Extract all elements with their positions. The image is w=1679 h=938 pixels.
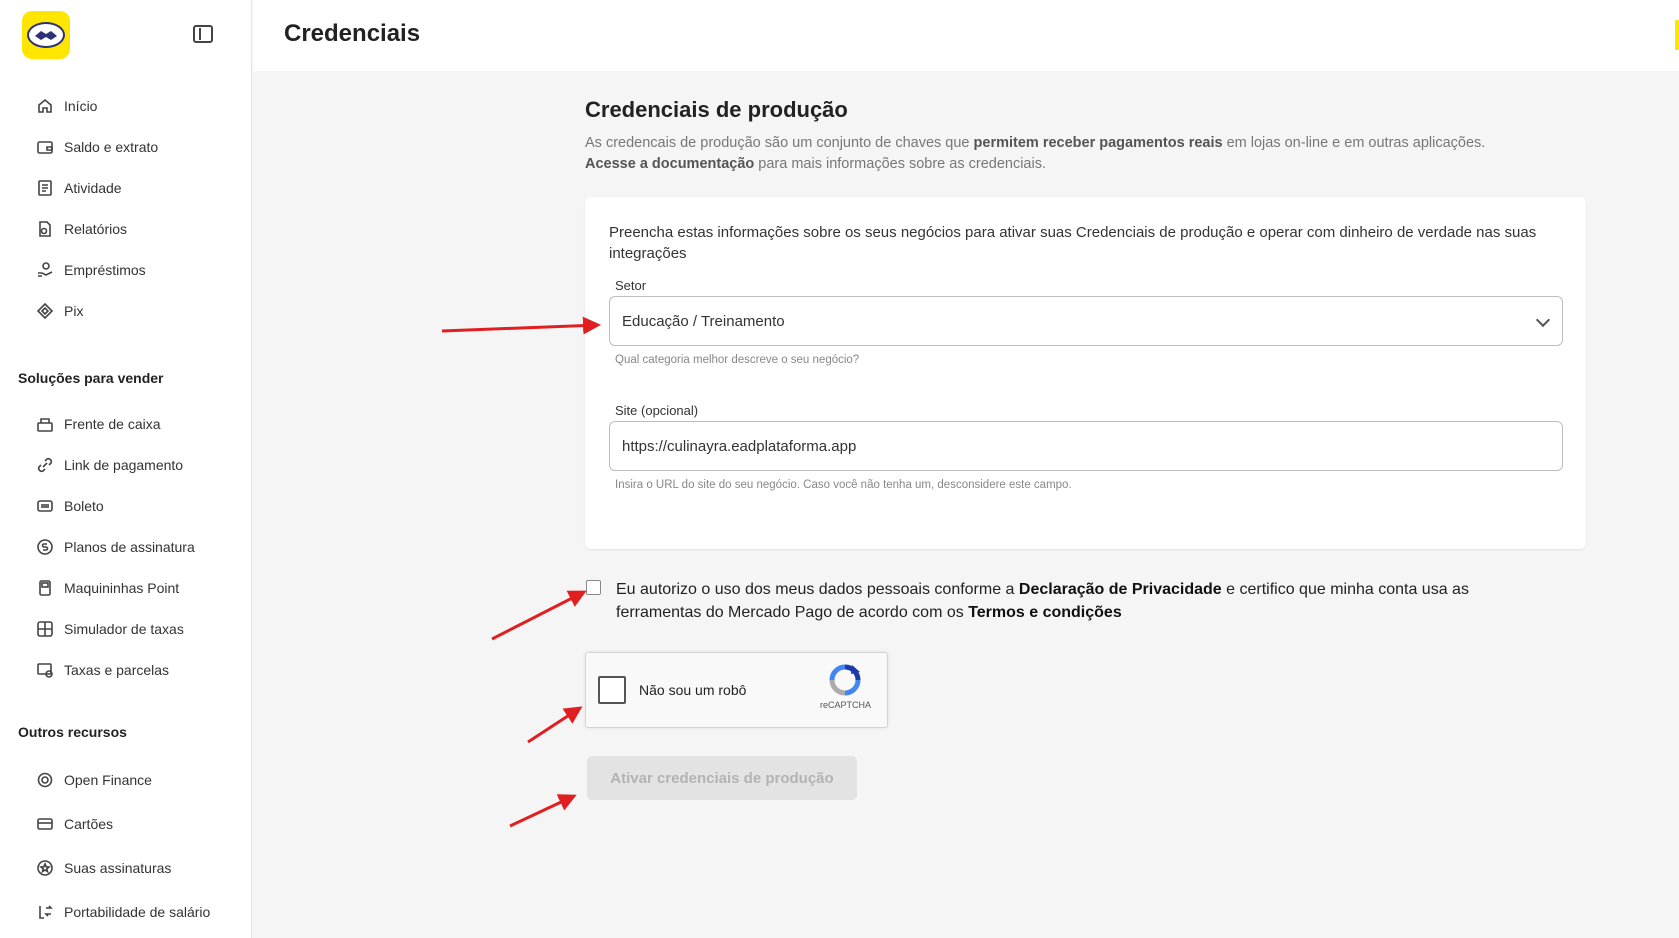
home-icon <box>36 97 54 115</box>
privacy-declaration-link[interactable]: Declaração de Privacidade <box>1019 581 1222 598</box>
sidebar-toggle-icon[interactable] <box>193 25 213 43</box>
sidebar-item-open-finance[interactable]: Open Finance <box>36 768 152 792</box>
sidebar-item-label: Cartões <box>64 816 114 832</box>
sidebar-item-label: Pix <box>64 303 84 319</box>
sidebar-item-label: Frente de caixa <box>64 416 161 432</box>
documentation-link[interactable]: Acesse a documentação <box>585 156 754 172</box>
sidebar: Início Saldo e extrato Atividade Relatór… <box>0 0 252 938</box>
sidebar-item-link-pagamento[interactable]: Link de pagamento <box>36 453 183 477</box>
sidebar-item-label: Empréstimos <box>64 262 146 278</box>
calculator-icon <box>36 620 54 638</box>
sidebar-item-maquininhas[interactable]: Maquininhas Point <box>36 576 179 600</box>
sidebar-item-label: Portabilidade de salário <box>64 904 211 920</box>
open-finance-icon <box>36 771 54 789</box>
sidebar-item-label: Simulador de taxas <box>64 621 184 637</box>
annotation-arrow-consent <box>491 590 587 641</box>
receipt-icon <box>36 179 54 197</box>
recaptcha-label: Não sou um robô <box>639 682 747 698</box>
sidebar-item-inicio[interactable]: Início <box>36 94 97 118</box>
terms-link[interactable]: Termos e condições <box>968 604 1122 621</box>
consent-text-part: Eu autorizo o uso dos meus dados pessoai… <box>616 581 1019 598</box>
sidebar-item-boleto[interactable]: Boleto <box>36 494 104 518</box>
sidebar-item-taxas[interactable]: Taxas e parcelas <box>36 658 169 682</box>
section-title-other: Outros recursos <box>18 724 127 740</box>
sidebar-item-label: Relatórios <box>64 221 128 237</box>
recaptcha-checkbox[interactable] <box>598 676 626 704</box>
sector-selected-value: Educação / Treinamento <box>622 312 785 330</box>
site-input[interactable] <box>622 437 1550 455</box>
report-icon <box>36 220 54 238</box>
sidebar-item-planos[interactable]: Planos de assinatura <box>36 535 195 559</box>
consent-checkbox[interactable] <box>586 580 601 595</box>
sector-helper: Qual categoria melhor descreve o seu neg… <box>615 354 860 366</box>
card-intro-text: Preencha estas informações sobre os seus… <box>609 224 1537 262</box>
sidebar-item-label: Saldo e extrato <box>64 139 159 155</box>
sidebar-item-atividade[interactable]: Atividade <box>36 176 122 200</box>
recaptcha-widget: Não sou um robô reCAPTCHA <box>585 652 888 728</box>
pos-icon <box>36 579 54 597</box>
chevron-down-icon <box>1535 312 1551 328</box>
header-accent <box>1675 20 1679 50</box>
barcode-icon <box>36 497 54 515</box>
annotation-arrow-recaptcha <box>527 706 583 744</box>
recaptcha-logo-icon <box>829 664 861 696</box>
sidebar-item-label: Planos de assinatura <box>64 539 195 555</box>
sidebar-item-label: Link de pagamento <box>64 457 184 473</box>
annotation-arrow-button <box>509 794 577 828</box>
site-label: Site (opcional) <box>615 403 699 418</box>
business-info-card: Preencha estas informações sobre os seus… <box>585 197 1586 549</box>
desc-text: para mais informações sobre as credencia… <box>754 156 1046 172</box>
sidebar-item-label: Boleto <box>64 498 104 514</box>
sidebar-item-label: Open Finance <box>64 772 152 788</box>
section-title-sell: Soluções para vender <box>18 370 164 386</box>
star-badge-icon <box>36 859 54 877</box>
site-field[interactable] <box>609 421 1563 471</box>
sidebar-item-label: Início <box>64 98 98 114</box>
handshake-icon <box>27 22 65 48</box>
activate-credentials-button[interactable]: Ativar credenciais de produção <box>587 756 857 800</box>
sidebar-item-label: Maquininhas Point <box>64 580 180 596</box>
wallet-icon <box>36 138 54 156</box>
sidebar-item-pix[interactable]: Pix <box>36 299 83 323</box>
recaptcha-brand: reCAPTCHA <box>820 700 872 710</box>
section-title-credentials: Credenciais de produção <box>585 97 848 122</box>
sidebar-item-emprestimos[interactable]: Empréstimos <box>36 258 146 282</box>
page-header: Credenciais <box>253 0 1679 71</box>
sector-select[interactable]: Educação / Treinamento <box>609 296 1563 346</box>
sidebar-item-label: Taxas e parcelas <box>64 662 170 678</box>
consent-text: Eu autorizo o uso dos meus dados pessoai… <box>616 578 1536 624</box>
sidebar-item-saldo[interactable]: Saldo e extrato <box>36 135 158 159</box>
sidebar-item-label: Atividade <box>64 180 122 196</box>
card-icon <box>36 815 54 833</box>
sidebar-item-portabilidade[interactable]: Portabilidade de salário <box>36 900 210 924</box>
transfer-icon <box>36 903 54 921</box>
loan-icon <box>36 261 54 279</box>
sector-label: Setor <box>615 278 647 293</box>
sidebar-item-frente-caixa[interactable]: Frente de caixa <box>36 412 161 436</box>
annotation-arrow-sector <box>441 316 601 335</box>
fees-icon <box>36 661 54 679</box>
desc-text: As credencais de produção são um conjunt… <box>585 135 974 151</box>
mercado-pago-logo[interactable] <box>22 11 70 59</box>
sidebar-item-assinaturas[interactable]: Suas assinaturas <box>36 856 171 880</box>
pix-icon <box>36 302 54 320</box>
sidebar-item-relatorios[interactable]: Relatórios <box>36 217 127 241</box>
page-title: Credenciais <box>284 20 421 47</box>
credentials-description: As credencais de produção são um conjunt… <box>585 133 1605 175</box>
link-icon <box>36 456 54 474</box>
sidebar-item-label: Suas assinaturas <box>64 860 172 876</box>
subscription-icon <box>36 538 54 556</box>
site-helper: Insira o URL do site do seu negócio. Cas… <box>615 479 1072 491</box>
register-icon <box>36 415 54 433</box>
desc-text: em lojas on-line e em outras aplicações. <box>1222 135 1486 151</box>
desc-highlight: permitem receber pagamentos reais <box>973 135 1223 151</box>
sidebar-item-simulador[interactable]: Simulador de taxas <box>36 617 184 641</box>
sidebar-item-cartoes[interactable]: Cartões <box>36 812 113 836</box>
